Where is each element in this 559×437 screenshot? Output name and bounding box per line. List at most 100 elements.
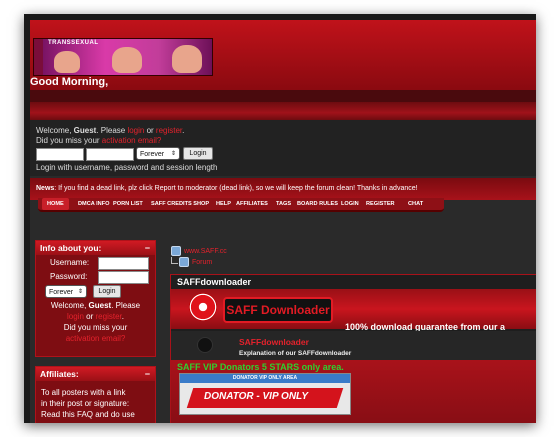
- header-band: [30, 102, 536, 120]
- sidebar-password-input[interactable]: [98, 271, 149, 284]
- affiliates-text-line: To all posters with a link: [41, 388, 126, 397]
- info-box-title: Info about you:: [40, 243, 102, 253]
- nav-dmca-info[interactable]: DMCA INFO: [78, 198, 110, 210]
- missed-prefix: Did you miss your: [36, 136, 102, 145]
- vip-panel-title: SAFF VIP Donators 5 STARS only area.: [177, 362, 344, 372]
- downloader-panel: SAFFdownloader SAFF Downloader 100% down…: [170, 274, 536, 362]
- please-text: . Please: [96, 126, 128, 135]
- affiliates-header: Affiliates: −: [36, 367, 155, 381]
- downloader-panel-title: SAFFdownloader: [177, 277, 251, 287]
- sidebar-activation-link[interactable]: activation email?: [36, 334, 155, 343]
- sidebar-session-value: Forever: [49, 289, 74, 296]
- nav-board-rules[interactable]: BOARD RULES: [297, 198, 338, 210]
- guest-label: Guest: [73, 126, 97, 135]
- period-text: .: [182, 126, 185, 135]
- register-link[interactable]: register: [156, 126, 182, 135]
- affiliates-text-line: Read this FAQ and do use: [41, 410, 135, 419]
- welcome-prefix: Welcome,: [36, 126, 74, 135]
- info-box-body: Username: Password: Forever ⇕ Login Welc…: [36, 255, 155, 355]
- welcome-line: Welcome, Guest. Please login or register…: [36, 126, 184, 135]
- news-line: News: If you find a dead link, plz click…: [36, 185, 418, 192]
- username-input[interactable]: [36, 148, 84, 161]
- sidebar-welcome-line: Welcome, Guest. Please: [36, 301, 155, 310]
- site-header: TRANSSEXUAL Good Morning,: [30, 20, 536, 90]
- collapse-icon[interactable]: −: [145, 367, 150, 381]
- downloader-banner[interactable]: SAFF Downloader 100% download guarantee …: [171, 289, 536, 332]
- sidebar-or-text: or: [83, 312, 96, 321]
- site-link[interactable]: www.SAFF.cc: [184, 248, 227, 255]
- sidebar-login-link[interactable]: login: [67, 312, 84, 321]
- sidebar-username-input[interactable]: [98, 257, 149, 270]
- banner-side-strip: [34, 39, 43, 75]
- news-text: : If you find a dead link, plz click Rep…: [54, 185, 418, 192]
- news-bar: News: If you find a dead link, plz click…: [30, 178, 536, 200]
- nav-affiliates[interactable]: AFFILIATES: [236, 198, 268, 210]
- vip-banner[interactable]: DONATOR VIP ONLY AREA DONATOR - VIP ONLY: [179, 373, 351, 415]
- sidebar-login-register-line: login or register.: [36, 312, 155, 321]
- downloader-panel-header: SAFFdownloader: [171, 275, 536, 289]
- site-tree-icon: [171, 246, 181, 256]
- sidebar-welcome-prefix: Welcome,: [50, 301, 89, 310]
- or-text: or: [144, 126, 156, 135]
- sidebar-guest-label: Guest: [88, 301, 112, 310]
- downloader-logo-icon: [189, 293, 217, 321]
- sidebar-login-button[interactable]: Login: [93, 285, 121, 298]
- affiliates-body: To all posters with a link in their post…: [36, 381, 155, 420]
- sidebar-period: .: [121, 312, 124, 321]
- nav-porn-list[interactable]: PORN LIST: [113, 198, 143, 210]
- affiliates-text-line: in their post or signature:: [41, 399, 130, 408]
- info-box-header: Info about you: −: [36, 241, 155, 255]
- forum-page: TRANSSEXUAL Good Morning, Welcome, Guest…: [30, 20, 536, 423]
- sidebar-missed-text: Did you miss your: [63, 323, 128, 332]
- browser-window: TRANSSEXUAL Good Morning, Welcome, Guest…: [24, 14, 536, 423]
- vip-banner-text: DONATOR - VIP ONLY: [204, 391, 309, 402]
- board-name-link[interactable]: SAFFdownloader: [239, 337, 309, 347]
- activation-email-link[interactable]: activation email?: [102, 136, 162, 145]
- greeting-text: Good Morning,: [30, 76, 109, 88]
- select-arrows-icon: ⇕: [170, 151, 176, 157]
- nav-register[interactable]: REGISTER: [366, 198, 395, 210]
- header-divider: [30, 90, 536, 102]
- nav-tags[interactable]: TAGS: [276, 198, 291, 210]
- banner-figure: [112, 47, 142, 73]
- forum-tree-icon: [179, 257, 189, 267]
- login-link[interactable]: login: [127, 126, 144, 135]
- vip-banner-top: DONATOR VIP ONLY AREA: [180, 374, 350, 383]
- nav-login[interactable]: LOGIN: [341, 198, 359, 210]
- site-banner[interactable]: TRANSSEXUAL: [33, 38, 213, 76]
- nav-home[interactable]: HOME: [42, 198, 69, 210]
- nav-credits-shop[interactable]: SAFF CREDITS SHOP: [151, 198, 209, 210]
- banner-text: TRANSSEXUAL: [48, 40, 99, 46]
- session-length-value: Forever: [140, 151, 165, 158]
- forum-link[interactable]: Forum: [192, 259, 212, 266]
- login-button[interactable]: Login: [183, 147, 213, 160]
- board-description: Explanation of our SAFFdownloader: [239, 350, 352, 357]
- tree-branch-icon: [171, 257, 178, 264]
- select-arrows-icon: ⇕: [77, 289, 83, 295]
- login-hint: Login with username, password and sessio…: [36, 163, 218, 172]
- main-nav: HOME DMCA INFO PORN LIST SAFF CREDITS SH…: [38, 198, 444, 212]
- vip-panel: SAFF VIP Donators 5 STARS only area. DON…: [170, 360, 536, 423]
- password-input[interactable]: [86, 148, 134, 161]
- board-row: SAFFdownloader Explanation of our SAFFdo…: [171, 331, 536, 361]
- password-label: Password:: [50, 272, 88, 281]
- banner-figure: [172, 45, 202, 73]
- affiliates-title: Affiliates:: [40, 369, 79, 379]
- affiliates-box: Affiliates: − To all posters with a link…: [35, 366, 156, 423]
- nav-chat[interactable]: CHAT: [408, 198, 423, 210]
- sidebar-session-select[interactable]: Forever ⇕: [45, 285, 87, 298]
- session-length-select[interactable]: Forever ⇕: [136, 147, 180, 160]
- board-status-icon: [197, 337, 213, 353]
- activation-line: Did you miss your activation email?: [36, 136, 161, 145]
- downloader-logo-box: SAFF Downloader: [223, 297, 333, 323]
- banner-figure: [54, 51, 80, 73]
- sidebar-please-text: . Please: [111, 301, 141, 310]
- nav-help[interactable]: HELP: [216, 198, 231, 210]
- news-label: News: [36, 185, 55, 192]
- username-label: Username:: [50, 258, 90, 267]
- sidebar-register-link[interactable]: register: [96, 312, 122, 321]
- top-login-box: Welcome, Guest. Please login or register…: [30, 120, 536, 176]
- collapse-icon[interactable]: −: [145, 241, 150, 255]
- downloader-logo-text: SAFF Downloader: [226, 303, 330, 317]
- info-about-you-box: Info about you: − Username: Password: Fo…: [35, 240, 156, 357]
